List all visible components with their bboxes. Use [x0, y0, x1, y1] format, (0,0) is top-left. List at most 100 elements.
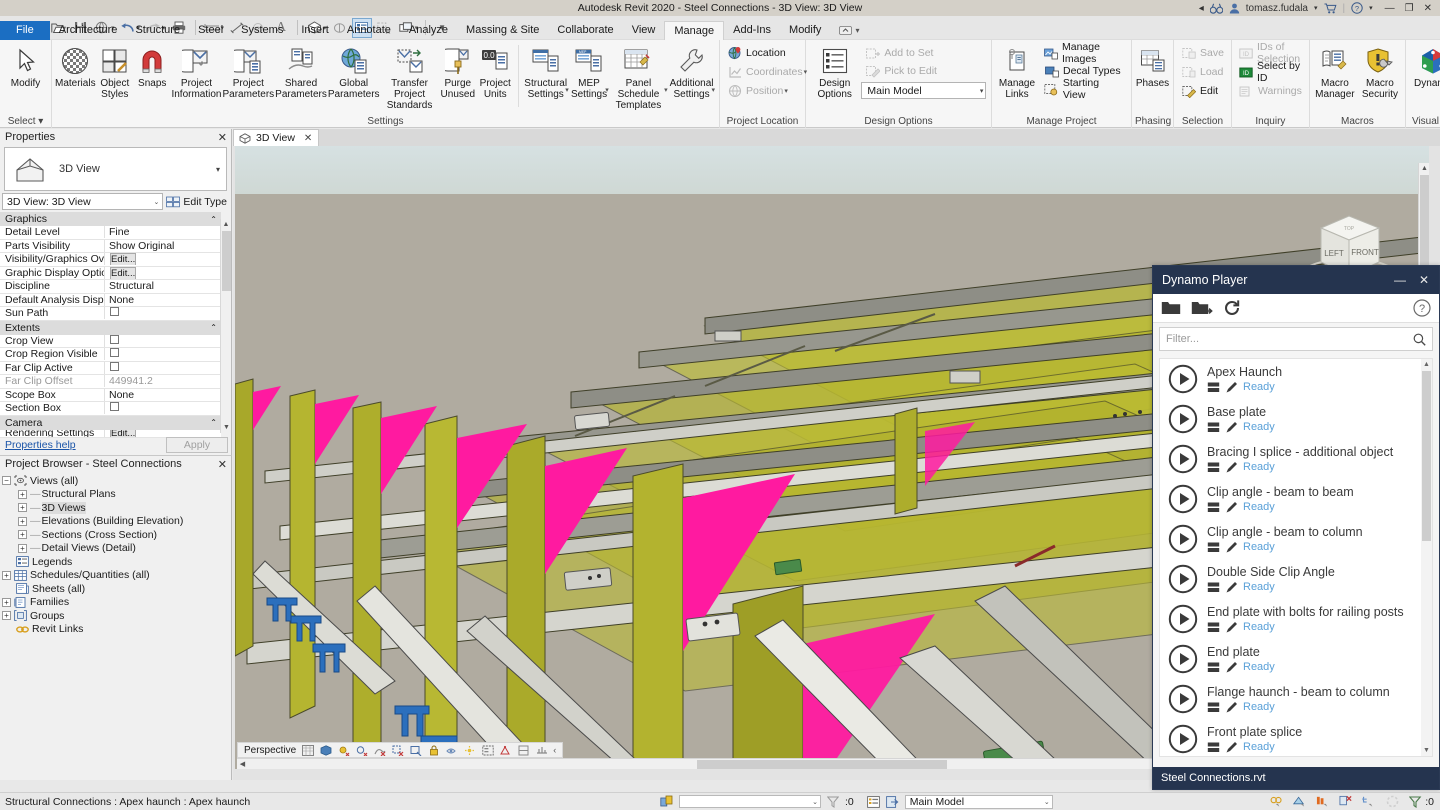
section-box-checkbox[interactable]: [110, 402, 119, 411]
worksets-status-icon[interactable]: [1293, 795, 1307, 809]
filter-icon[interactable]: [1408, 795, 1422, 809]
add-to-set-button[interactable]: Add to Set: [861, 44, 988, 62]
tree-node-detail-views[interactable]: + — Detail Views (Detail): [2, 542, 231, 556]
shared-parameters-button[interactable]: Shared Parameters: [275, 42, 327, 100]
status-search-input[interactable]: ⌄: [679, 795, 821, 808]
rendering-dialog-icon[interactable]: [373, 744, 386, 757]
collapse-icon[interactable]: ⌃: [210, 215, 217, 224]
editable-elements-icon[interactable]: [1270, 795, 1284, 809]
close-icon[interactable]: ✕: [218, 458, 227, 471]
macro-manager-button[interactable]: Macro Manager: [1313, 42, 1357, 100]
project-information-button[interactable]: Project Information: [171, 42, 221, 100]
user-avatar-icon[interactable]: [1229, 3, 1240, 14]
ribbon-tab-analyze[interactable]: Analyze: [400, 21, 457, 40]
ribbon-tab-view[interactable]: View: [623, 21, 665, 40]
help-icon[interactable]: ?: [1413, 299, 1431, 317]
edit-script-icon[interactable]: [1225, 661, 1238, 674]
properties-section-extents[interactable]: Extents ⌃: [0, 321, 221, 335]
visibility-graphics-edit-button[interactable]: Edit...: [110, 253, 136, 265]
help-icon[interactable]: ?: [1351, 2, 1363, 14]
close-button[interactable]: ✕: [1424, 3, 1432, 14]
ribbon-tab-massing-site[interactable]: Massing & Site: [457, 21, 548, 40]
panel-schedule-templates-chevron-icon[interactable]: ▾: [664, 86, 668, 94]
dynamo-script-item[interactable]: End plate with bolts for railing posts R…: [1160, 599, 1432, 639]
properties-type-selector[interactable]: 3D View: 3D View ⌄: [2, 193, 163, 210]
materials-button[interactable]: Materials: [55, 42, 96, 89]
properties-type-preview[interactable]: 3D View ▾: [4, 147, 227, 191]
run-script-icon[interactable]: [1168, 684, 1198, 714]
property-row-crop-view[interactable]: Crop View: [0, 335, 221, 349]
starting-view-button[interactable]: Starting View: [1040, 80, 1128, 98]
shadows-icon[interactable]: [355, 744, 368, 757]
model-updates-icon[interactable]: [1316, 795, 1330, 809]
object-styles-button[interactable]: Object Styles: [97, 42, 133, 100]
sun-path-checkbox[interactable]: [110, 307, 119, 316]
additional-settings-chevron-icon[interactable]: ▾: [712, 86, 716, 94]
dynamo-player-title-bar[interactable]: Dynamo Player — ✕: [1153, 266, 1439, 294]
script-inputs-icon[interactable]: [1207, 621, 1220, 634]
edit-script-icon[interactable]: [1225, 741, 1238, 754]
edit-script-icon[interactable]: [1225, 581, 1238, 594]
properties-section-graphics[interactable]: Graphics ⌃: [0, 212, 221, 226]
expander-icon[interactable]: +: [18, 517, 27, 526]
exclude-options-icon[interactable]: [886, 795, 900, 809]
expander-icon[interactable]: +: [18, 530, 27, 539]
expander-icon[interactable]: −: [2, 476, 11, 485]
position-button[interactable]: Position ▾: [723, 82, 793, 100]
run-script-icon[interactable]: [1168, 724, 1198, 754]
edit-selection-button[interactable]: Edit: [1177, 82, 1222, 100]
ribbon-tab-add-ins[interactable]: Add-Ins: [724, 21, 780, 40]
tree-node-legends[interactable]: Legends: [2, 555, 231, 569]
help-menu-chevron-icon[interactable]: ▾: [1369, 4, 1373, 12]
design-option-list-icon[interactable]: [867, 795, 881, 809]
project-units-button[interactable]: 0.0 Project Units: [477, 42, 513, 100]
ribbon-tab-annotate[interactable]: Annotate: [338, 21, 400, 40]
script-inputs-icon[interactable]: [1207, 461, 1220, 474]
dynamo-filter-input[interactable]: Filter...: [1159, 327, 1433, 351]
dynamo-script-item[interactable]: Base plate Ready: [1160, 399, 1432, 439]
crop-region-icon[interactable]: [409, 744, 422, 757]
additional-settings-button[interactable]: Additional Settings: [670, 42, 714, 100]
crop-region-visible-checkbox[interactable]: [110, 348, 119, 357]
ribbon-group-select-label[interactable]: Select ▾: [3, 116, 48, 128]
folder-icon[interactable]: [1161, 300, 1181, 316]
expand-icon[interactable]: ‹: [553, 745, 556, 755]
worksharing-display-icon[interactable]: [535, 744, 548, 757]
search-binoculars-icon[interactable]: [1210, 3, 1223, 14]
run-script-icon[interactable]: [1168, 364, 1198, 394]
tree-node-groups[interactable]: + Groups: [2, 609, 231, 623]
structural-settings-chevron-icon[interactable]: ▾: [565, 86, 569, 94]
analytical-model-icon[interactable]: [499, 744, 512, 757]
tree-node-sections[interactable]: + — Sections (Cross Section): [2, 528, 231, 542]
close-button[interactable]: ✕: [1419, 273, 1429, 287]
dynamo-script-item[interactable]: Bracing I splice - additional object Rea…: [1160, 439, 1432, 479]
scroll-up-icon[interactable]: ▲: [221, 219, 231, 230]
search-icon[interactable]: [1413, 333, 1426, 346]
snaps-button[interactable]: Snaps: [134, 42, 170, 89]
visual-style-icon[interactable]: [319, 744, 332, 757]
edit-script-icon[interactable]: [1225, 501, 1238, 514]
apply-button[interactable]: Apply: [166, 437, 228, 453]
property-row-section-box[interactable]: Section Box: [0, 402, 221, 416]
script-inputs-icon[interactable]: [1207, 661, 1220, 674]
tree-node-views-all[interactable]: − Views (all): [2, 474, 231, 488]
edit-script-icon[interactable]: [1225, 381, 1238, 394]
scroll-up-icon[interactable]: ▲: [1421, 359, 1432, 370]
dynamo-script-item[interactable]: Double Side Clip Angle Ready: [1160, 559, 1432, 599]
properties-section-camera[interactable]: Camera ⌃: [0, 416, 221, 430]
property-row-default-analysis-display[interactable]: Default Analysis Displa... None: [0, 294, 221, 308]
status-design-option-dropdown[interactable]: Main Model ⌄: [905, 795, 1053, 809]
selection-filter-icon[interactable]: [826, 795, 840, 809]
expander-icon[interactable]: +: [18, 490, 27, 499]
dynamo-script-item[interactable]: End plate Ready: [1160, 639, 1432, 679]
dynamo-script-item[interactable]: Front plate splice Ready: [1160, 719, 1432, 757]
property-row-detail-level[interactable]: Detail Level Fine: [0, 226, 221, 240]
run-script-icon[interactable]: [1168, 484, 1198, 514]
property-value[interactable]: Fine: [105, 226, 221, 238]
design-option-dropdown[interactable]: Main Model ▾: [861, 82, 986, 99]
temporary-hide-isolate-icon[interactable]: [445, 744, 458, 757]
global-parameters-button[interactable]: Global Parameters: [328, 42, 380, 100]
property-value[interactable]: None: [105, 294, 221, 306]
select-links-icon[interactable]: [1362, 795, 1376, 809]
minimize-button[interactable]: —: [1394, 273, 1406, 287]
